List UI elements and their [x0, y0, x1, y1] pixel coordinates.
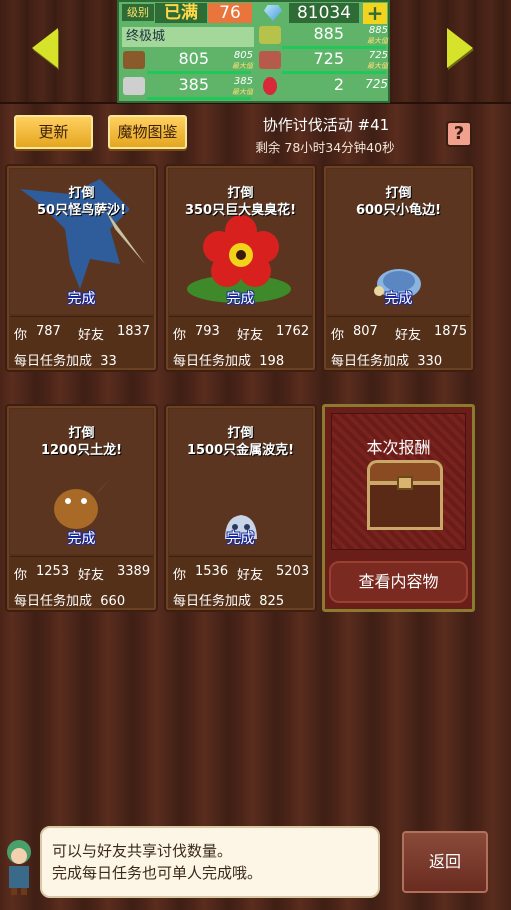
refresh-button[interactable]: 更新	[14, 115, 93, 149]
add-gems-button[interactable]: +	[363, 3, 387, 24]
status-panel: 级别 已满 76 81034 + 终极城 805 805 最大值 385 385 最…	[117, 0, 390, 103]
quest-target: 50只怪鸟萨沙!	[36, 203, 127, 218]
divider	[10, 556, 153, 557]
friends-label: 好友	[237, 328, 264, 343]
prev-arrow-icon[interactable]	[32, 28, 58, 68]
quest-card-4[interactable]: 打倒 1200只土龙! 完成 你 1253 好友 3389 每日任务加成 660	[5, 404, 158, 612]
treasure-chest-icon	[367, 460, 443, 530]
red-gem-value: 2	[333, 75, 344, 94]
divider	[169, 316, 312, 317]
event-title: 协作讨伐活动 #41	[262, 116, 390, 134]
divider	[169, 556, 312, 557]
crop-value: 885	[313, 24, 344, 43]
crop-max: 885 最大值	[367, 25, 388, 45]
divider	[327, 316, 470, 317]
red-gem-icon	[263, 77, 277, 95]
wood-value: 805	[178, 49, 209, 68]
you-label: 你	[14, 568, 28, 583]
hint-bubble: 可以与好友共享讨伐数量。 完成每日任务也可单人完成哦。	[40, 826, 380, 898]
you-count: 1253	[36, 564, 70, 579]
friends-label: 好友	[78, 568, 105, 583]
friends-label: 好友	[395, 328, 422, 343]
quest-target: 1500只金属波克!	[186, 443, 295, 458]
hint-line-2: 完成每日任务也可单人完成哦。	[52, 864, 263, 882]
daily-bonus-label: 每日任务加成	[14, 594, 93, 609]
quest-card-5[interactable]: 打倒 1500只金属波克! 完成 你 1536 好友 5203 每日任务加成 8…	[164, 404, 317, 612]
quest-target: 1200只土龙!	[40, 443, 123, 458]
you-count: 1536	[195, 564, 229, 579]
red-gem-max: 725	[365, 77, 388, 91]
daily-bonus-label: 每日任务加成	[173, 354, 252, 369]
level-value: 已满	[155, 3, 207, 23]
quest-complete-label: 完成	[67, 291, 96, 307]
you-label: 你	[331, 328, 345, 343]
wood-icon	[123, 51, 145, 69]
you-count: 793	[195, 324, 220, 339]
daily-bonus-value: 33	[100, 354, 117, 369]
stone-value: 385	[178, 75, 209, 94]
quest-card-3[interactable]: 打倒 600只小龟边! 完成 你 807 好友 1875 每日任务加成 330	[322, 164, 475, 372]
friends-count: 1762	[276, 324, 310, 339]
quest-complete-label: 完成	[226, 531, 255, 547]
wood-max: 805 最大值	[232, 50, 253, 70]
remaining-time: 剩余 78小时34分钟40秒	[255, 140, 395, 155]
daily-bonus-label: 每日任务加成	[173, 594, 252, 609]
daily-bonus-row: 每日任务加成 198	[173, 350, 313, 369]
level-number: 76	[208, 3, 252, 23]
stone-max: 385 最大值	[232, 76, 253, 96]
you-count: 787	[36, 324, 61, 339]
friends-label: 好友	[78, 328, 105, 343]
quest-card-1[interactable]: 打倒 50只怪鸟萨沙! 完成 你 787 好友 1837 每日任务加成 33	[5, 164, 158, 372]
food-icon	[259, 51, 281, 69]
friends-count: 1875	[434, 324, 468, 339]
guide-character-avatar	[7, 840, 31, 895]
stone-bar	[147, 97, 251, 100]
hint-line-1: 可以与好友共享讨伐数量。	[52, 842, 233, 860]
daily-bonus-row: 每日任务加成 33	[14, 350, 154, 369]
back-button[interactable]: 返回	[402, 831, 488, 893]
quest-complete-label: 完成	[384, 291, 413, 307]
quest-card-2[interactable]: 打倒 350只巨大臭臭花! 完成 你 793 好友 1762 每日任务加成 19…	[164, 164, 317, 372]
daily-bonus-label: 每日任务加成	[14, 354, 93, 369]
daily-bonus-row: 每日任务加成 330	[331, 350, 471, 369]
friends-label: 好友	[237, 568, 264, 583]
reward-panel: 本次报酬 查看内容物	[322, 404, 475, 612]
daily-bonus-value: 198	[259, 354, 285, 369]
city-name: 终极城	[122, 27, 254, 47]
reward-display: 本次报酬	[331, 413, 466, 550]
diamond-icon	[264, 5, 282, 21]
wood-bar	[147, 71, 251, 74]
food-max: 725 最大值	[367, 50, 388, 70]
friends-count: 1837	[117, 324, 151, 339]
divider	[10, 316, 153, 317]
you-label: 你	[173, 328, 187, 343]
quest-complete-label: 完成	[67, 531, 96, 547]
crop-icon	[259, 26, 281, 44]
you-count: 807	[353, 324, 378, 339]
quest-target: 600只小龟边!	[355, 203, 442, 218]
friends-count: 3389	[117, 564, 151, 579]
daily-bonus-label: 每日任务加成	[331, 354, 410, 369]
quest-complete-label: 完成	[226, 291, 255, 307]
daily-bonus-value: 330	[417, 354, 443, 369]
quest-target: 350只巨大臭臭花!	[184, 203, 297, 218]
you-label: 你	[173, 568, 187, 583]
view-contents-button[interactable]: 查看内容物	[329, 561, 468, 603]
monster-book-button[interactable]: 魔物图鉴	[108, 115, 187, 149]
friends-count: 5203	[276, 564, 310, 579]
level-label: 级别	[122, 4, 154, 21]
daily-bonus-row: 每日任务加成 660	[14, 590, 154, 609]
daily-bonus-value: 825	[259, 594, 285, 609]
daily-bonus-value: 660	[100, 594, 126, 609]
reward-title: 本次报酬	[366, 438, 431, 457]
daily-bonus-row: 每日任务加成 825	[173, 590, 313, 609]
gem-count: 81034	[289, 3, 359, 23]
you-label: 你	[14, 328, 28, 343]
food-bar	[282, 71, 386, 74]
help-button[interactable]: ?	[446, 121, 472, 147]
food-value: 725	[313, 49, 344, 68]
next-arrow-icon[interactable]	[447, 28, 473, 68]
stone-icon	[123, 77, 145, 95]
